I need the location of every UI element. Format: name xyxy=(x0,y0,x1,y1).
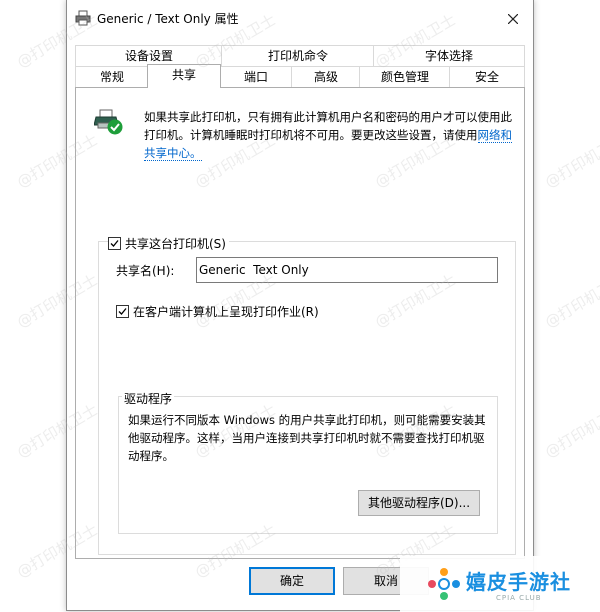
drivers-description: 如果运行不同版本 Windows 的用户共享此打印机，则可能需要安装其他驱动程序… xyxy=(128,413,486,463)
properties-dialog: Generic / Text Only 属性 设备设置 打印机命令 字体选择 常… xyxy=(66,0,534,611)
checkbox-box xyxy=(116,305,129,318)
share-name-label: 共享名(H): xyxy=(116,264,175,278)
watermark: @打印机卫士 xyxy=(541,400,600,462)
printer-icon xyxy=(75,10,91,26)
description-text: 如果共享此打印机，只有拥有此计算机用户名和密码的用户才可以使用此打印机。计算机睡… xyxy=(144,110,512,142)
check-icon xyxy=(110,240,119,247)
tab-ports[interactable]: 端口 xyxy=(219,66,293,87)
tab-printer-commands[interactable]: 打印机命令 xyxy=(221,45,375,66)
tab-sharing[interactable]: 共享 xyxy=(147,64,221,88)
logo-icon xyxy=(428,568,460,600)
shared-printer-icon xyxy=(94,109,123,135)
tab-general[interactable]: 常规 xyxy=(75,66,149,87)
drivers-legend: 驱动程序 xyxy=(122,390,175,407)
render-jobs-label: 在客户端计算机上呈现打印作业(R) xyxy=(133,305,319,319)
tab-font-selection[interactable]: 字体选择 xyxy=(373,45,525,66)
sharing-panel: 如果共享此打印机，只有拥有此计算机用户名和密码的用户才可以使用此打印机。计算机睡… xyxy=(75,87,525,559)
checkbox-box xyxy=(108,237,121,250)
watermark: @打印机卫士 xyxy=(541,130,600,192)
share-name-input[interactable] xyxy=(196,257,498,283)
ok-button[interactable]: 确定 xyxy=(249,567,335,595)
tab-security[interactable]: 安全 xyxy=(449,66,525,87)
tab-color-management[interactable]: 颜色管理 xyxy=(359,66,451,87)
additional-drivers-button[interactable]: 其他驱动程序(D)... xyxy=(358,490,480,516)
check-icon xyxy=(118,308,127,315)
watermark: @打印机卫士 xyxy=(541,270,600,332)
sharing-description: 如果共享此打印机，只有拥有此计算机用户名和密码的用户才可以使用此打印机。计算机睡… xyxy=(144,108,514,162)
share-printer-checkbox[interactable]: 共享这台打印机(S) xyxy=(108,235,229,252)
tab-advanced[interactable]: 高级 xyxy=(291,66,361,87)
render-jobs-checkbox[interactable]: 在客户端计算机上呈现打印作业(R) xyxy=(116,303,319,320)
window-title: Generic / Text Only 属性 xyxy=(97,12,239,26)
close-icon xyxy=(508,14,518,24)
tab-device-settings[interactable]: 设备设置 xyxy=(75,45,223,66)
close-button[interactable] xyxy=(495,6,531,32)
title-bar: Generic / Text Only 属性 xyxy=(67,0,533,36)
logo-subtitle: CPIA CLUB xyxy=(496,594,542,602)
site-logo: 嬉皮手游社 CPIA CLUB xyxy=(400,556,600,612)
share-printer-label: 共享这台打印机(S) xyxy=(125,237,226,251)
logo-name: 嬉皮手游社 xyxy=(466,570,571,594)
